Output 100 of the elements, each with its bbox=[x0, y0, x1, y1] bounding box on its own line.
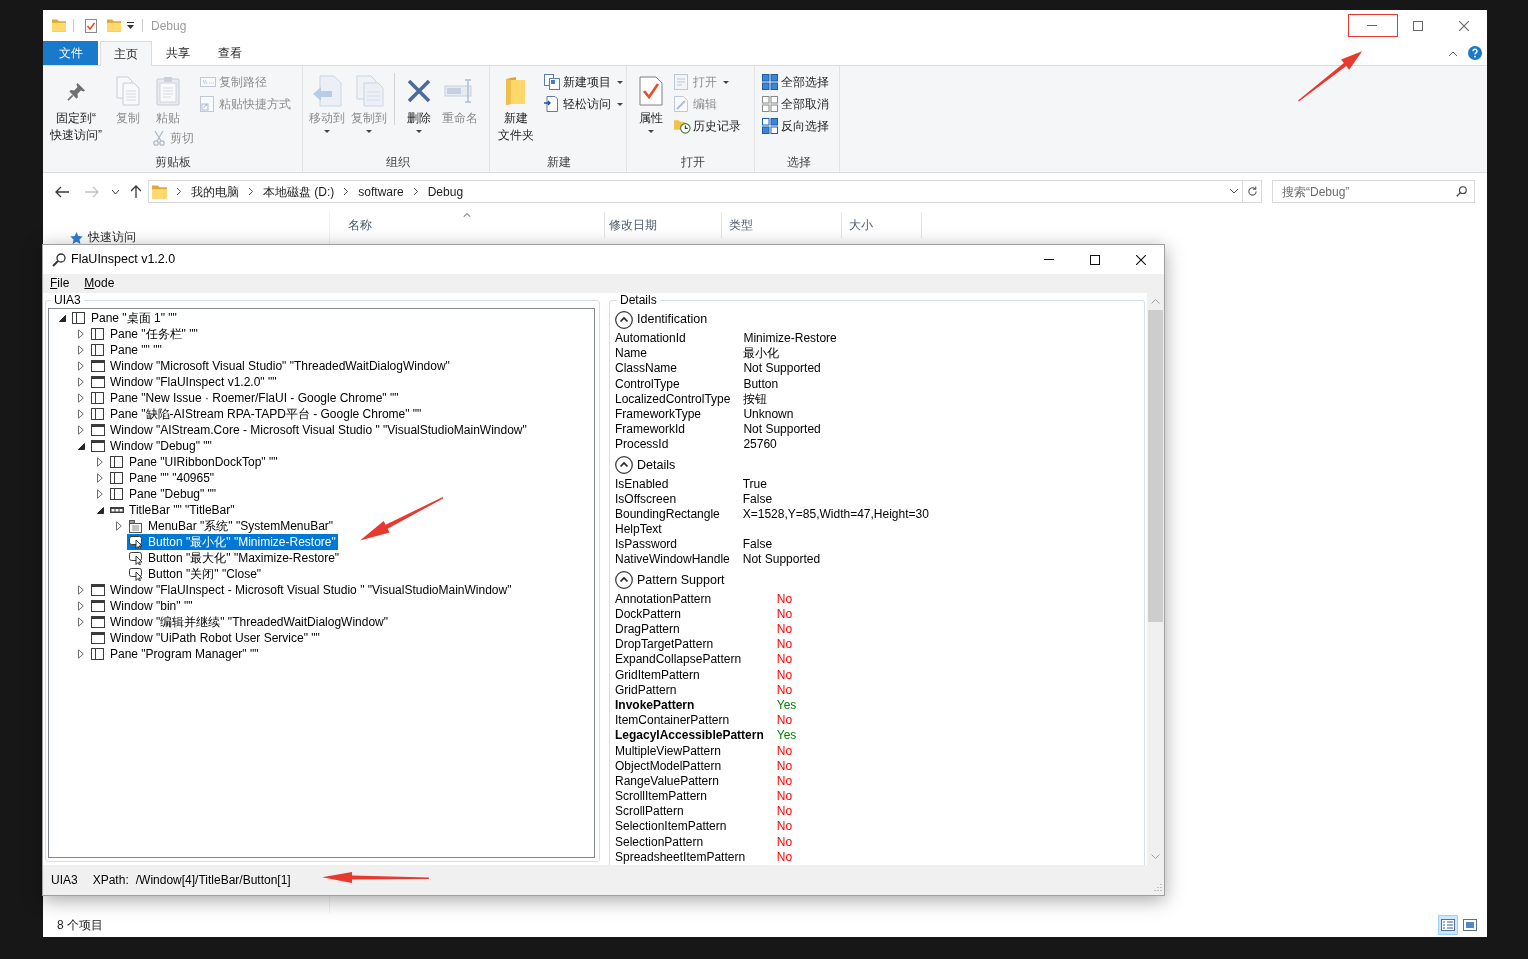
tree-item[interactable]: Window "Microsoft Visual Studio" "ThreadedWaitDialogWindow" bbox=[89, 358, 452, 374]
chevron-right-icon[interactable] bbox=[177, 188, 181, 195]
tree-item[interactable]: Pane "" "40965" bbox=[108, 470, 217, 486]
tree-toggle-icon[interactable] bbox=[77, 617, 85, 627]
tree-item[interactable]: Pane "Program Manager" "" bbox=[89, 646, 261, 662]
tree-item[interactable]: Window "AIStream.Core - Microsoft Visual Studio " "VisualStudioMainWindow" bbox=[89, 422, 529, 438]
customize-caret-icon[interactable] bbox=[127, 22, 134, 29]
chevron-up-circle-icon[interactable] bbox=[615, 310, 633, 329]
tree-item[interactable]: Window "FlaUInspect - Microsoft Visual Studio " "VisualStudioMainWindow" bbox=[89, 582, 514, 598]
ribbon-button[interactable]: 删除 bbox=[399, 66, 439, 133]
ribbon-tab[interactable]: 共享 bbox=[152, 41, 204, 65]
tree-item[interactable]: Pane "Debug" "" bbox=[108, 486, 219, 502]
tree-item[interactable]: Pane "UIRibbonDockTop" "" bbox=[108, 454, 280, 470]
scrollbar-thumb[interactable] bbox=[1148, 310, 1163, 622]
tree-toggle-icon[interactable] bbox=[77, 409, 85, 419]
tree-item[interactable]: Button "关闭" "Close" bbox=[127, 566, 264, 582]
tree-toggle-icon[interactable] bbox=[77, 425, 85, 435]
menu-item[interactable]: Mode bbox=[81, 275, 118, 292]
ribbon-button[interactable]: 新建项目 bbox=[541, 71, 626, 93]
address-bar[interactable]: 我的电脑 本地磁盘 (D:) software Debug bbox=[148, 180, 1262, 203]
ribbon-button[interactable]: 轻松访问 bbox=[541, 93, 626, 115]
breadcrumb-item[interactable]: 我的电脑 bbox=[191, 183, 239, 200]
ribbon-button[interactable]: 历史记录 bbox=[671, 115, 744, 137]
ribbon-tab[interactable]: 主页 bbox=[100, 41, 152, 66]
tree-item[interactable]: Pane "任务栏" "" bbox=[89, 326, 200, 342]
refresh-icon[interactable] bbox=[1246, 186, 1258, 197]
search-icon[interactable] bbox=[1456, 186, 1467, 197]
tree-toggle-icon[interactable] bbox=[96, 473, 104, 483]
ribbon-button[interactable]: 全部取消 bbox=[759, 93, 832, 115]
menubar-icon bbox=[129, 519, 142, 533]
page-arrow-icon bbox=[312, 75, 342, 107]
breadcrumb-item[interactable]: Debug bbox=[427, 183, 464, 200]
chevron-up-icon[interactable] bbox=[1449, 50, 1457, 56]
pattern-value: No bbox=[776, 743, 794, 759]
tree-toggle-icon[interactable] bbox=[77, 329, 85, 339]
chevron-right-icon[interactable] bbox=[249, 188, 253, 195]
tree-item[interactable]: Pane "New Issue · Roemer/FlaUI - Google Chrome" "" bbox=[89, 390, 401, 406]
chevron-up-circle-icon[interactable] bbox=[615, 571, 633, 590]
tree-toggle-icon[interactable] bbox=[96, 489, 104, 499]
tree-item[interactable]: Pane "桌面 1" "" bbox=[70, 310, 179, 326]
close-icon[interactable] bbox=[1136, 254, 1146, 265]
ribbon-tab[interactable]: 文件 bbox=[43, 41, 98, 65]
chevron-right-icon[interactable] bbox=[413, 188, 418, 195]
maximize-icon[interactable] bbox=[1090, 254, 1100, 265]
tree-toggle-icon[interactable] bbox=[77, 601, 85, 611]
column-header[interactable]: 大小 bbox=[842, 212, 922, 238]
column-header[interactable]: 类型 bbox=[722, 212, 842, 238]
caret-icon[interactable] bbox=[112, 189, 119, 194]
chevron-up-circle-icon[interactable] bbox=[615, 456, 633, 474]
tree-toggle-icon[interactable] bbox=[96, 457, 104, 467]
ribbon-tab[interactable]: 查看 bbox=[204, 41, 256, 65]
tree-item[interactable]: Window "编辑并继续" "ThreadedWaitDialogWindow" bbox=[89, 614, 390, 630]
tree-toggle-icon[interactable] bbox=[58, 313, 66, 323]
ribbon-button[interactable]: 反向选择 bbox=[759, 115, 832, 137]
tree-toggle-icon[interactable] bbox=[96, 505, 104, 515]
tree-toggle-icon[interactable] bbox=[77, 345, 85, 355]
window-icon bbox=[91, 360, 105, 372]
menu-item[interactable]: File bbox=[47, 275, 73, 292]
column-header[interactable]: 修改日期 bbox=[605, 212, 722, 238]
checkbox-icon[interactable] bbox=[85, 18, 97, 33]
column-header[interactable]: 名称 bbox=[330, 212, 605, 238]
window-icon bbox=[91, 424, 105, 436]
chevron-right-icon[interactable] bbox=[344, 188, 349, 195]
back-arrow-icon[interactable] bbox=[55, 185, 69, 198]
tree-item[interactable]: Button "最小化" "Minimize-Restore" bbox=[127, 534, 338, 550]
breadcrumb-item[interactable]: 本地磁盘 (D:) bbox=[263, 183, 335, 200]
pane-icon bbox=[110, 456, 123, 468]
tree-toggle-icon[interactable] bbox=[77, 377, 85, 387]
tree-item[interactable]: Button "最大化" "Maximize-Restore" bbox=[127, 550, 342, 566]
ribbon-button[interactable]: 固定到“快速访问” bbox=[44, 66, 108, 144]
up-arrow-icon[interactable] bbox=[130, 185, 142, 198]
property-name: IsEnabled bbox=[615, 476, 670, 492]
button-cursor-icon bbox=[129, 535, 143, 549]
tree-toggle-icon[interactable] bbox=[77, 649, 85, 659]
view-button[interactable] bbox=[1438, 915, 1458, 935]
tree-toggle-icon[interactable] bbox=[115, 521, 123, 531]
tree-item[interactable]: Window "Debug" "" bbox=[89, 438, 214, 454]
tree-toggle-icon[interactable] bbox=[77, 393, 85, 403]
help-icon[interactable] bbox=[1468, 46, 1482, 60]
tree-item[interactable]: MenuBar "系统" "SystemMenuBar" bbox=[127, 518, 336, 534]
pane-icon bbox=[91, 408, 104, 420]
search-field[interactable]: 搜索“Debug” bbox=[1272, 180, 1475, 203]
chevron-down-icon[interactable] bbox=[1230, 189, 1238, 194]
ribbon-button[interactable]: 属性 bbox=[631, 66, 671, 133]
property-name: ControlType bbox=[615, 376, 681, 392]
tree-item[interactable]: Window "FlaUInspect v1.2.0" "" bbox=[89, 374, 279, 390]
tree-item[interactable]: Pane "缺陷-AIStream RPA-TAPD平台 - Google Chrome" "" bbox=[89, 406, 424, 422]
pane-icon bbox=[91, 328, 104, 340]
ribbon-button[interactable]: 全部选择 bbox=[759, 71, 832, 93]
resize-grip-icon[interactable] bbox=[1152, 883, 1162, 893]
breadcrumb-item[interactable]: software bbox=[358, 183, 404, 200]
tree-toggle-icon[interactable] bbox=[77, 585, 85, 595]
tree-item[interactable]: TitleBar "" "TitleBar" bbox=[108, 502, 237, 518]
tree-item[interactable]: Pane "" "" bbox=[89, 342, 164, 358]
ribbon-button[interactable]: 新建文件夹 bbox=[491, 66, 541, 144]
tree-item[interactable]: Window "bin" "" bbox=[89, 598, 195, 614]
tree-item[interactable]: Window "UiPath Robot User Service" "" bbox=[89, 630, 322, 646]
tree-toggle-icon[interactable] bbox=[77, 441, 85, 451]
tree-toggle-icon[interactable] bbox=[77, 361, 85, 371]
nav-item[interactable]: 快速访问 bbox=[70, 231, 136, 244]
